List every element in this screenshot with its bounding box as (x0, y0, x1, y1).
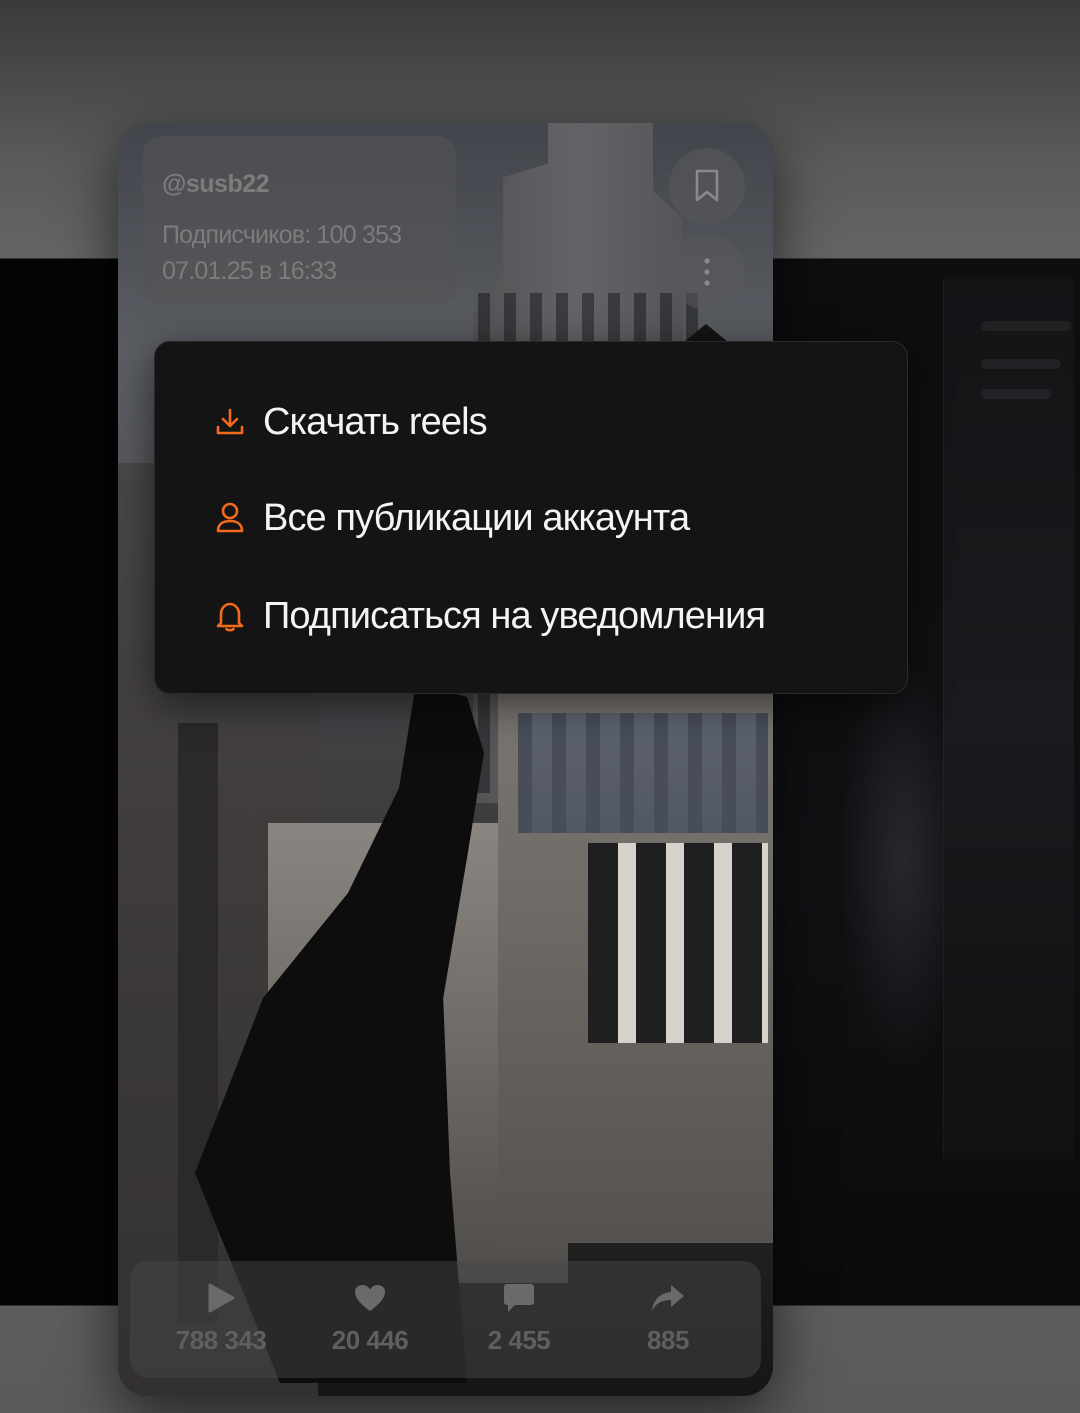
next-reel-thumbnail (943, 279, 1074, 1159)
comment-icon (504, 1284, 534, 1312)
blurred-text-line (981, 389, 1051, 399)
author-handle[interactable]: @susb22 (162, 170, 270, 199)
post-date: 07.01.25 в 16:33 (162, 257, 337, 285)
menu-item-subscribe-notifications[interactable]: Подписаться на уведомления (213, 586, 766, 646)
views-count: 788 343 (175, 1325, 267, 1355)
wall-shadow (178, 723, 218, 1323)
menu-caret (684, 324, 728, 342)
share-icon (652, 1285, 684, 1311)
shares-stat[interactable]: 885 (593, 1261, 743, 1378)
menu-item-label: Все публикации аккаунта (263, 496, 690, 539)
bookmark-icon (695, 169, 719, 202)
shares-count: 885 (647, 1325, 689, 1355)
menu-item-all-posts[interactable]: Все публикации аккаунта (213, 488, 690, 548)
building-facade (588, 843, 768, 1043)
menu-item-label: Подписаться на уведомления (263, 594, 766, 637)
menu-item-download[interactable]: Скачать reels (213, 392, 488, 452)
reel-stats-bar: 788 343 20 446 2 455 885 (130, 1261, 761, 1378)
menu-item-label: Скачать reels (263, 400, 488, 443)
options-menu: Скачать reels Все публикации аккаунта По… (154, 341, 908, 694)
more-options-button[interactable] (669, 234, 745, 310)
more-vertical-icon (704, 258, 710, 286)
comments-stat[interactable]: 2 455 (444, 1261, 594, 1378)
play-icon (208, 1283, 235, 1313)
views-stat: 788 343 (146, 1261, 296, 1378)
blurred-text-line (981, 321, 1071, 331)
user-icon (216, 502, 244, 533)
bookmark-button[interactable] (669, 148, 745, 224)
blurred-text-line (981, 359, 1061, 369)
building-windows (518, 713, 768, 833)
bell-icon (216, 602, 244, 632)
likes-count: 20 446 (331, 1325, 409, 1355)
author-info[interactable]: @susb22 Подписчиков: 100 353 07.01.25 в … (143, 136, 456, 304)
heart-icon (355, 1285, 385, 1311)
subscriber-count: Подписчиков: 100 353 (162, 221, 402, 249)
comments-count: 2 455 (487, 1325, 551, 1355)
reel-video-frame (118, 123, 773, 1396)
likes-stat[interactable]: 20 446 (295, 1261, 445, 1378)
reel-card[interactable] (118, 123, 773, 1396)
building-silhouette (498, 683, 773, 1243)
download-icon (216, 408, 244, 435)
